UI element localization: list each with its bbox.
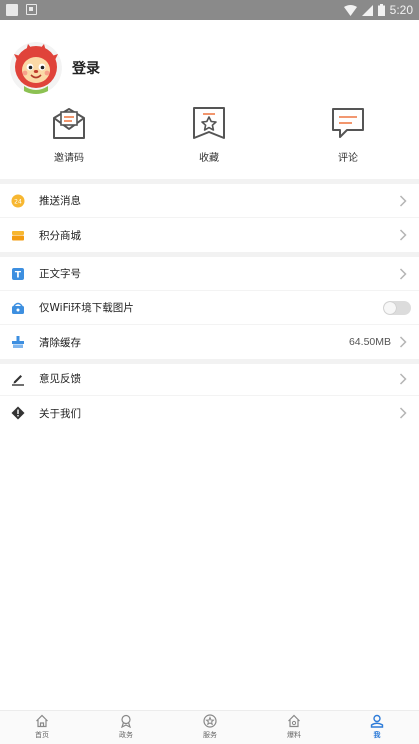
profile-header[interactable]: 登录 bbox=[10, 40, 100, 95]
quick-action-label: 邀请码 bbox=[54, 153, 84, 164]
tab-label: 首页 bbox=[35, 731, 49, 739]
report-icon bbox=[288, 714, 300, 728]
lion-mascot-icon bbox=[10, 41, 62, 94]
status-time: 5:20 bbox=[389, 3, 413, 17]
about-us-icon bbox=[11, 406, 25, 420]
menu-item-points-mall[interactable]: 积分商城 bbox=[0, 218, 419, 252]
menu-item-label: 正文字号 bbox=[39, 268, 81, 280]
menu-item-wifi-only-images[interactable]: 仅WiFi环境下载图片 bbox=[0, 291, 419, 325]
chevron-right-icon bbox=[399, 372, 407, 385]
tab-home[interactable]: 首页 bbox=[0, 714, 84, 740]
menu-item-about-us[interactable]: 关于我们 bbox=[0, 396, 419, 430]
tab-government[interactable]: 政务 bbox=[84, 714, 168, 740]
home-icon bbox=[36, 714, 48, 728]
invite-envelope-icon bbox=[53, 108, 85, 139]
favorite-star-icon bbox=[193, 107, 225, 139]
svg-text:T: T bbox=[15, 270, 22, 280]
menu-item-label: 推送消息 bbox=[39, 195, 81, 207]
font-size-icon: T bbox=[12, 267, 24, 280]
wifi-image-icon bbox=[12, 302, 24, 314]
chevron-right-icon bbox=[399, 336, 407, 348]
menu-item-feedback[interactable]: 意见反馈 bbox=[0, 362, 419, 396]
wifi-icon bbox=[343, 4, 357, 16]
tab-label: 政务 bbox=[119, 731, 133, 739]
chevron-right-icon bbox=[399, 267, 407, 280]
feedback-pen-icon bbox=[12, 374, 24, 386]
quick-action-label: 收藏 bbox=[199, 153, 219, 164]
menu-group-1: 24 推送消息 积分商城 bbox=[0, 184, 419, 252]
menu-item-label: 意见反馈 bbox=[39, 373, 81, 385]
menu-item-label: 积分商城 bbox=[39, 229, 81, 242]
menu-item-push-message[interactable]: 24 推送消息 bbox=[0, 184, 419, 218]
photo-notification-icon bbox=[26, 4, 37, 15]
quick-actions: 邀请码 收藏 评论 bbox=[0, 105, 419, 170]
menu-item-label: 关于我们 bbox=[39, 407, 81, 420]
signal-icon bbox=[361, 4, 373, 16]
menu-item-label: 仅WiFi环境下载图片 bbox=[39, 302, 134, 314]
avatar[interactable] bbox=[10, 41, 62, 94]
quick-action-favorite[interactable]: 收藏 bbox=[164, 105, 254, 164]
tab-report[interactable]: 爆料 bbox=[252, 714, 336, 740]
wifi-only-toggle[interactable] bbox=[383, 300, 411, 315]
svg-text:24: 24 bbox=[14, 198, 22, 205]
menu-item-font-size[interactable]: T 正文字号 bbox=[0, 257, 419, 291]
cache-size-value: 64.50MB bbox=[348, 336, 391, 348]
chevron-right-icon bbox=[399, 194, 407, 207]
chevron-right-icon bbox=[399, 229, 407, 241]
notification-icon bbox=[6, 4, 18, 16]
service-icon bbox=[203, 714, 217, 728]
government-icon bbox=[121, 714, 131, 728]
quick-action-comment[interactable]: 评论 bbox=[303, 105, 393, 164]
tab-label: 我 bbox=[373, 731, 381, 739]
chevron-right-icon bbox=[399, 407, 407, 419]
tab-profile[interactable]: 我 bbox=[335, 714, 419, 740]
quick-action-invite[interactable]: 邀请码 bbox=[24, 105, 114, 164]
comment-bubble-icon bbox=[332, 108, 364, 138]
tab-label: 服务 bbox=[203, 731, 217, 739]
login-label[interactable]: 登录 bbox=[72, 58, 100, 78]
quick-action-label: 评论 bbox=[338, 153, 358, 164]
menu-group-3: 意见反馈 关于我们 bbox=[0, 362, 419, 430]
bottom-tab-bar: 首页 政务 服务 爆料 我 bbox=[0, 710, 419, 744]
status-bar: 5:20 bbox=[0, 0, 419, 20]
tab-service[interactable]: 服务 bbox=[168, 714, 252, 740]
menu-group-2: T 正文字号 仅WiFi环境下载图片 清除缓存 64.50MB bbox=[0, 257, 419, 359]
profile-icon bbox=[370, 714, 384, 728]
clear-cache-icon bbox=[12, 336, 24, 348]
points-mall-icon bbox=[12, 231, 24, 241]
push-message-icon: 24 bbox=[11, 194, 25, 207]
battery-icon bbox=[377, 4, 385, 16]
tab-label: 爆料 bbox=[287, 731, 301, 739]
menu-item-label: 清除缓存 bbox=[39, 336, 81, 349]
menu-item-clear-cache[interactable]: 清除缓存 64.50MB bbox=[0, 325, 419, 359]
